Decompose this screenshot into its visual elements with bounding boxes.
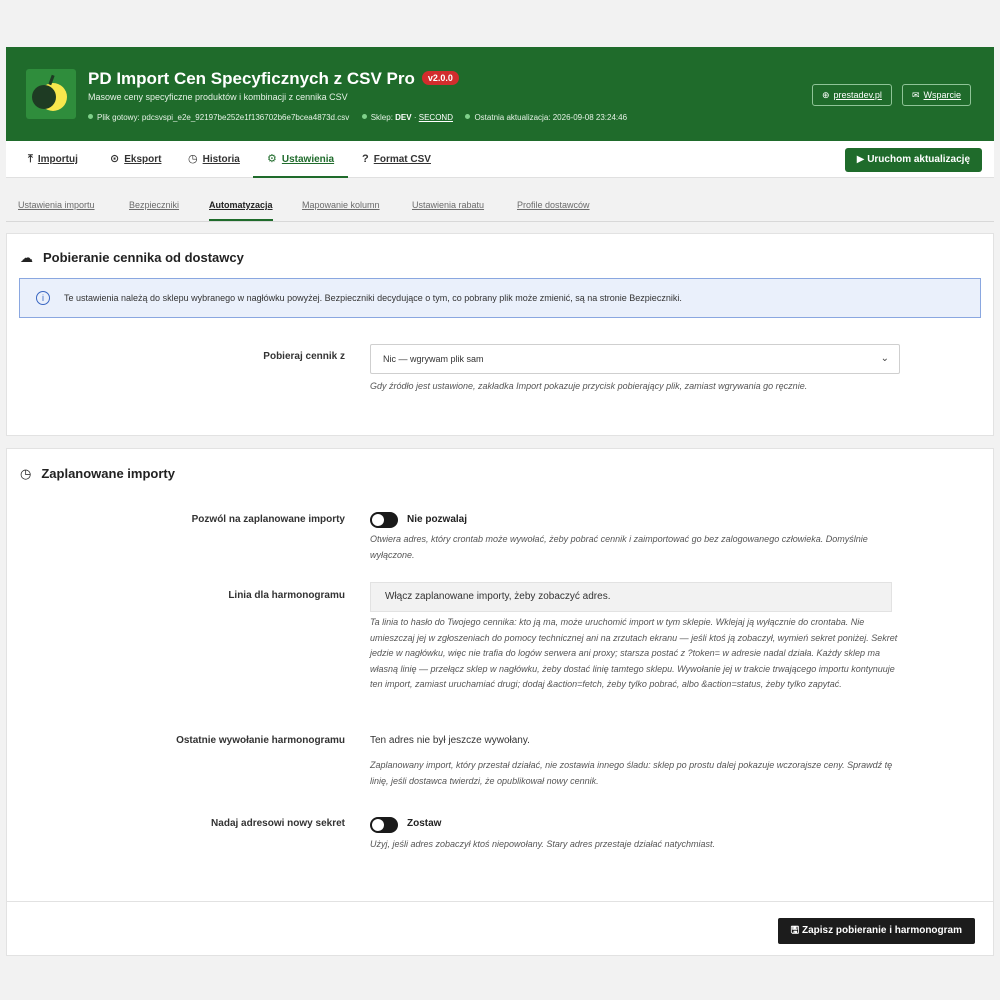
save-button[interactable]: 🖫 Zapisz pobieranie i harmonogram (777, 918, 975, 944)
allow-schedule-label: Pozwól na zaplanowane importy (191, 514, 345, 525)
history-icon: ◷ (188, 153, 198, 165)
last-call-help: Zaplanowany import, który przestał dział… (370, 760, 893, 786)
subtab-supplier-profiles[interactable]: Profile dostawców (517, 200, 590, 210)
app-logo (26, 69, 76, 119)
tab-export[interactable]: ⊙ Eksport (110, 141, 161, 178)
cron-line-field[interactable]: Włącz zaplanowane importy, żeby zobaczyć… (370, 582, 892, 612)
source-label: Pobieraj cennik z (263, 351, 345, 362)
support-link-button[interactable]: ✉ Wsparcie (902, 84, 972, 106)
new-secret-toggle[interactable] (370, 817, 398, 833)
allow-schedule-state: Nie pozwalaj (407, 514, 468, 525)
allow-schedule-help: Otwiera adres, który crontab może wywoła… (370, 534, 868, 560)
last-call-value: Ten adres nie był jeszcze wywołany. (370, 735, 530, 746)
cron-line-help: Ta linia to hasło do Twojego cennika: kt… (370, 617, 898, 689)
shop-env: DEV (395, 113, 412, 122)
source-help: Gdy źródło jest ustawione, zakładka Impo… (370, 381, 808, 391)
download-panel: ☁ Pobieranie cennika od dostawcy i Te usta… (6, 233, 994, 436)
cloud-download-icon: ☁ (20, 250, 33, 265)
run-update-button[interactable]: ▶ Uruchom aktualizację (844, 148, 982, 172)
new-secret-state: Zostaw (407, 818, 442, 829)
new-secret-label: Nadaj adresowi nowy sekret (211, 818, 345, 829)
chevron-down-icon: ⌄ (880, 353, 889, 364)
info-alert: i Te ustawienia należą do sklepu wybraneg… (19, 278, 981, 318)
settings-subtabs: Ustawienia importu Bezpieczniki Automaty… (6, 190, 994, 222)
download-panel-title: ☁ Pobieranie cennika od dostawcy (20, 250, 244, 265)
last-call-label: Ostatnie wywołanie harmonogramu (176, 735, 345, 746)
status-dot-icon (361, 114, 367, 119)
source-select[interactable]: Nic — wgrywam plik sam ⌄ (370, 344, 900, 374)
status-line: Plik gotowy: pdcsvspi_e2e_92197be252e1f1… (88, 113, 627, 122)
upload-icon: ⤒ (28, 153, 33, 165)
app-subtitle: Masowe ceny specyficzne produktów i komb… (88, 92, 348, 102)
play-icon: ▶ (856, 154, 868, 165)
tab-history[interactable]: ◷ Historia (188, 141, 240, 178)
shop-name-link[interactable]: SECOND (419, 113, 453, 122)
subtab-column-mapping[interactable]: Mapowanie kolumn (302, 200, 380, 210)
main-nav: ⤒ Importuj ⊙ Eksport ◷ Historia ⚙ Ustawienia… (6, 141, 994, 178)
envelope-icon: ✉ (912, 90, 920, 100)
download-icon: ⊙ (110, 153, 120, 165)
globe-icon: ⊕ (822, 90, 830, 100)
version-badge: v2.0.0 (421, 71, 459, 85)
tab-settings[interactable]: ⚙ Ustawienia (253, 141, 349, 178)
schedule-panel-title: ◷ Zaplanowane importy (20, 466, 175, 481)
allow-schedule-toggle[interactable] (370, 512, 398, 528)
prestadev-link-button[interactable]: ⊕ prestadev.pl (812, 84, 892, 106)
cron-line-label: Linia dla harmonogramu (228, 590, 345, 601)
floppy-icon: 🖫 (790, 925, 802, 936)
schedule-panel: ◷ Zaplanowane importy Pozwól na zaplanowa… (6, 448, 994, 956)
new-secret-help: Użyj, jeśli adres zobaczył ktoś niepowoł… (370, 839, 715, 849)
file-name: pdcsvspi_e2e_92197be252e1f136702b6e7bcea… (141, 113, 350, 122)
status-dot-icon (465, 114, 471, 119)
tab-csv-format[interactable]: ? Format CSV (362, 141, 431, 178)
tab-import[interactable]: ⤒ Importuj (28, 141, 78, 178)
subtab-fuses[interactable]: Bezpieczniki (129, 200, 179, 210)
gears-icon: ⚙ (267, 153, 277, 165)
subtab-discount-settings[interactable]: Ustawienia rabatu (412, 200, 484, 210)
clock-icon: ◷ (20, 466, 32, 481)
panel-footer: 🖫 Zapisz pobieranie i harmonogram (7, 901, 993, 955)
question-icon: ? (362, 153, 369, 165)
info-icon: i (36, 291, 50, 305)
app-title: PD Import Cen Specyficznych z CSV Pro v2.… (88, 69, 459, 89)
subtab-import-settings[interactable]: Ustawienia importu (18, 200, 95, 210)
last-updated: 2026-09-08 23:24:46 (552, 113, 628, 122)
subtab-automation[interactable]: Automatyzacja (209, 200, 273, 221)
status-dot-icon (88, 114, 93, 119)
